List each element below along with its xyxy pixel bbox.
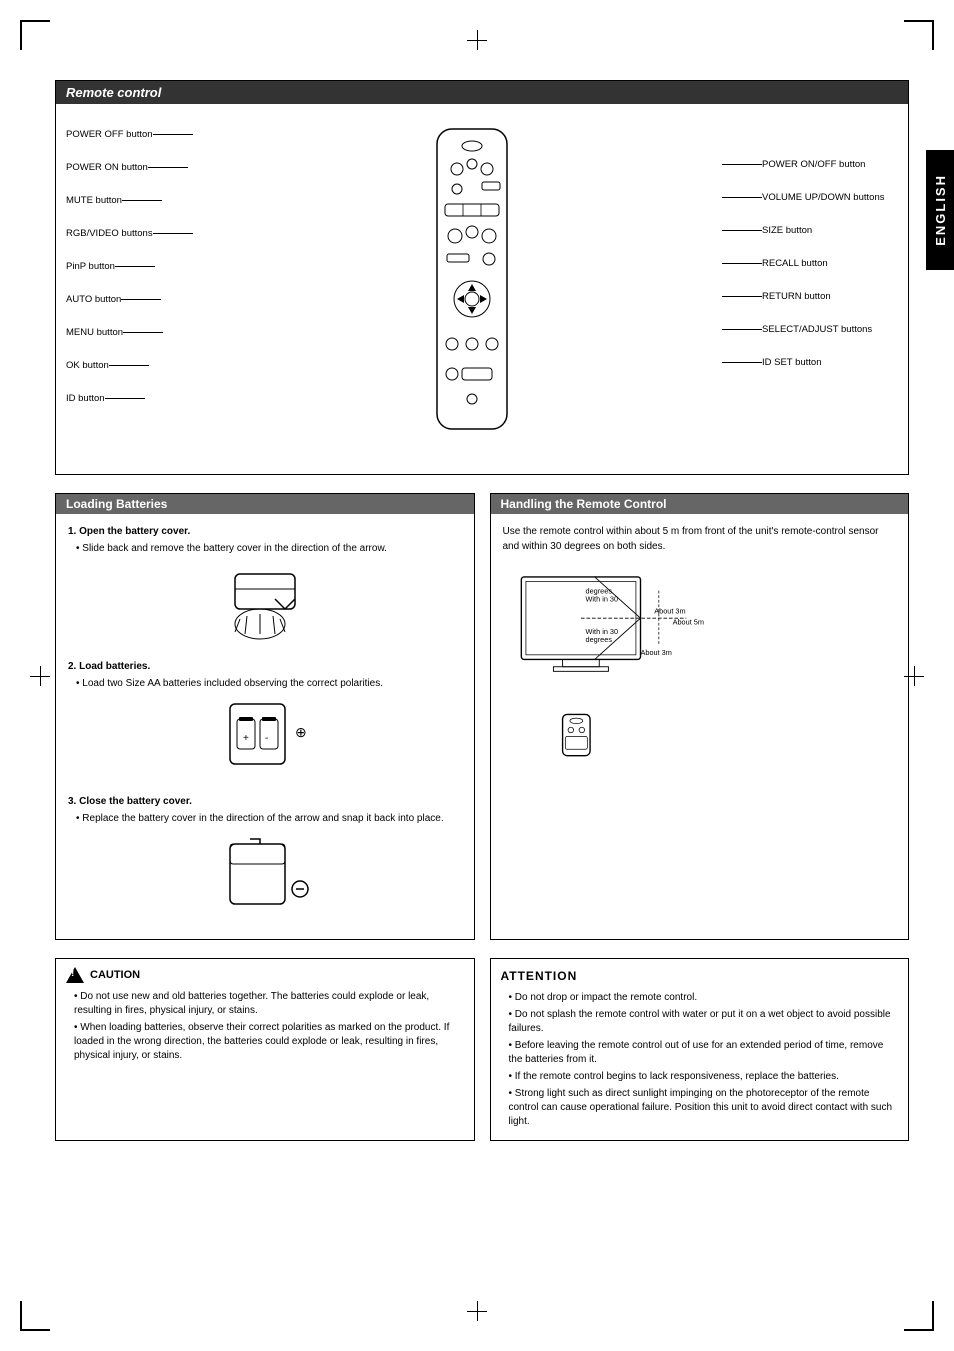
label-line bbox=[722, 197, 762, 198]
label-line bbox=[722, 230, 762, 231]
label-select-adjust: SELECT/ADJUST buttons bbox=[718, 324, 898, 335]
label-line bbox=[722, 329, 762, 330]
label-ok: OK button bbox=[66, 360, 226, 371]
attention-title: ATTENTION bbox=[501, 967, 899, 985]
label-line bbox=[722, 296, 762, 297]
main-content: Remote control POWER OFF button POWER ON… bbox=[55, 80, 909, 1141]
caution-bullet-1: Do not use new and old batteries togethe… bbox=[74, 990, 464, 1018]
label-recall: RECALL button bbox=[718, 258, 898, 269]
svg-text:With in 30: With in 30 bbox=[585, 595, 618, 604]
svg-text:About 3m: About 3m bbox=[654, 607, 685, 616]
label-return: RETURN button bbox=[718, 291, 898, 302]
corner-mark-tr bbox=[904, 20, 934, 50]
label-line bbox=[722, 263, 762, 264]
handling-remote-description: Use the remote control within about 5 m … bbox=[503, 524, 897, 554]
remote-labels-left: POWER OFF button POWER ON button MUTE bu… bbox=[66, 119, 226, 459]
step3-section: 3. Close the battery cover. Replace the … bbox=[68, 794, 462, 914]
label-id-set: ID SET button bbox=[718, 357, 898, 368]
svg-text:+: + bbox=[243, 733, 249, 744]
label-power-off: POWER OFF button bbox=[66, 129, 226, 140]
attention-bullet-5: Strong light such as direct sunlight imp… bbox=[509, 1087, 899, 1129]
label-rgb: RGB/VIDEO buttons bbox=[66, 228, 226, 239]
caution-attention-row: CAUTION Do not use new and old batteries… bbox=[55, 958, 909, 1141]
svg-text:⊕: ⊕ bbox=[295, 724, 307, 740]
remote-control-section: Remote control POWER OFF button POWER ON… bbox=[55, 80, 909, 475]
attention-bullet-4: If the remote control begins to lack res… bbox=[509, 1070, 899, 1084]
label-menu: MENU button bbox=[66, 327, 226, 338]
caution-label: CAUTION bbox=[90, 967, 140, 984]
attention-bullet-2: Do not splash the remote control with wa… bbox=[509, 1008, 899, 1036]
english-label: ENGLISH bbox=[933, 174, 948, 246]
remote-diagram-area: POWER OFF button POWER ON button MUTE bu… bbox=[56, 104, 908, 474]
loading-batteries-content: 1. Open the battery cover. Slide back an… bbox=[56, 514, 474, 939]
step1-svg bbox=[205, 564, 325, 644]
remote-control-header: Remote control bbox=[56, 81, 908, 104]
caution-title: CAUTION bbox=[66, 967, 464, 984]
label-line bbox=[153, 134, 193, 135]
label-line bbox=[121, 299, 161, 300]
corner-mark-tl bbox=[20, 20, 50, 50]
step1-title: 1. Open the battery cover. bbox=[68, 524, 462, 539]
handling-svg: With in 30 degrees With in 30 degrees Ab… bbox=[503, 564, 723, 764]
label-line bbox=[722, 164, 762, 165]
step3-title: 3. Close the battery cover. bbox=[68, 794, 462, 809]
label-line bbox=[115, 266, 155, 267]
corner-mark-bl bbox=[20, 1301, 50, 1331]
label-line bbox=[153, 233, 193, 234]
step3-svg bbox=[205, 834, 325, 914]
step1-section: 1. Open the battery cover. Slide back an… bbox=[68, 524, 462, 644]
label-line bbox=[123, 332, 163, 333]
label-pinp: PinP button bbox=[66, 261, 226, 272]
attention-bullet-3: Before leaving the remote control out of… bbox=[509, 1039, 899, 1067]
remote-center bbox=[226, 119, 718, 459]
label-line bbox=[148, 167, 188, 168]
label-id: ID button bbox=[66, 393, 226, 404]
crosshair-bottom bbox=[467, 1301, 487, 1321]
svg-text:-: - bbox=[265, 733, 268, 744]
label-vol-updown: VOLUME UP/DOWN buttons bbox=[718, 192, 898, 203]
english-sidebar: ENGLISH bbox=[926, 150, 954, 270]
step2-svg: + - ⊕ bbox=[205, 699, 325, 779]
handling-diagram: With in 30 degrees With in 30 degrees Ab… bbox=[503, 564, 897, 744]
label-line bbox=[122, 200, 162, 201]
attention-bullet-1: Do not drop or impact the remote control… bbox=[509, 991, 899, 1005]
loading-batteries-section: Loading Batteries 1. Open the battery co… bbox=[55, 493, 475, 940]
step3-bullet: Replace the battery cover in the directi… bbox=[76, 812, 462, 826]
crosshair-top bbox=[467, 30, 487, 50]
label-size: SIZE button bbox=[718, 225, 898, 236]
corner-mark-br bbox=[904, 1301, 934, 1331]
crosshair-left bbox=[30, 666, 50, 686]
label-auto: AUTO button bbox=[66, 294, 226, 305]
svg-text:About 5m: About 5m bbox=[672, 618, 703, 627]
step1-diagram bbox=[68, 564, 462, 644]
handling-remote-header: Handling the Remote Control bbox=[491, 494, 909, 514]
label-mute: MUTE button bbox=[66, 195, 226, 206]
svg-text:degrees: degrees bbox=[585, 586, 612, 595]
label-line bbox=[722, 362, 762, 363]
label-line bbox=[109, 365, 149, 366]
step2-diagram: + - ⊕ bbox=[68, 699, 462, 779]
label-power-on: POWER ON button bbox=[66, 162, 226, 173]
handling-remote-content: Use the remote control within about 5 m … bbox=[491, 514, 909, 764]
middle-columns: Loading Batteries 1. Open the battery co… bbox=[55, 493, 909, 940]
loading-batteries-header: Loading Batteries bbox=[56, 494, 474, 514]
step3-diagram bbox=[68, 834, 462, 914]
step1-bullet: Slide back and remove the battery cover … bbox=[76, 542, 462, 556]
step2-title: 2. Load batteries. bbox=[68, 659, 462, 674]
label-power-onoff: POWER ON/OFF button bbox=[718, 159, 898, 170]
attention-box: ATTENTION Do not drop or impact the remo… bbox=[490, 958, 910, 1141]
remote-svg bbox=[417, 124, 527, 434]
label-line bbox=[105, 398, 145, 399]
caution-bullet-2: When loading batteries, observe their co… bbox=[74, 1021, 464, 1063]
step2-section: 2. Load batteries. Load two Size AA batt… bbox=[68, 659, 462, 779]
handling-remote-section: Handling the Remote Control Use the remo… bbox=[490, 493, 910, 940]
svg-text:degrees: degrees bbox=[585, 635, 612, 644]
caution-box: CAUTION Do not use new and old batteries… bbox=[55, 958, 475, 1141]
svg-text:About 3m: About 3m bbox=[640, 648, 671, 657]
step2-bullet: Load two Size AA batteries included obse… bbox=[76, 677, 462, 691]
remote-labels-right: POWER ON/OFF button VOLUME UP/DOWN butto… bbox=[718, 119, 898, 459]
caution-triangle-icon bbox=[66, 967, 84, 983]
